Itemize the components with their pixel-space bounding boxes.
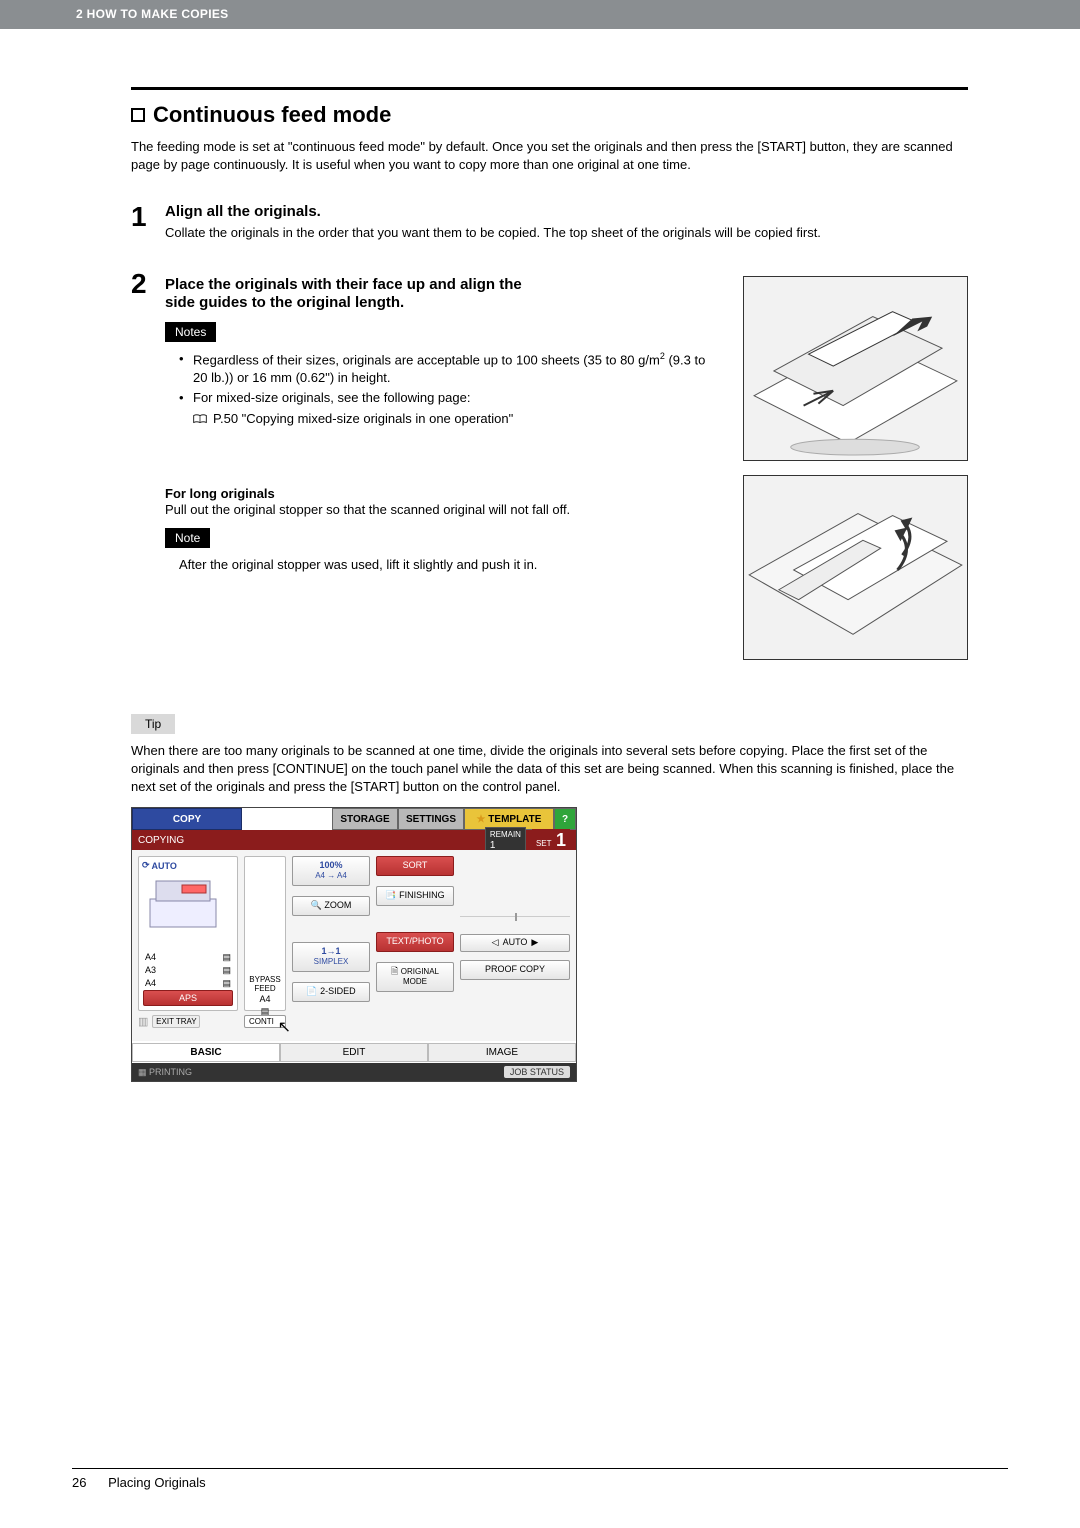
zoom-button[interactable]: 🔍 ZOOM [292,896,370,916]
ui-body: ⟳AUTO A4▤ A3▤ A4▤ APS [132,850,576,1041]
long-originals-text: Pull out the original stopper so that th… [165,501,723,519]
paper-a4-2[interactable]: A4▤ [143,977,233,990]
finishing-button[interactable]: 📑 FINISHING [376,886,454,906]
notes-list: Regardless of their sizes, originals are… [165,350,723,428]
zoom-icon: 🔍 [311,900,322,910]
bottom-tab-image[interactable]: IMAGE [428,1043,576,1062]
notes-badge: Notes [165,322,216,342]
right-arrow-icon: ▶ [531,938,538,948]
job-status-button[interactable]: JOB STATUS [504,1066,570,1078]
left-arrow-icon: ◁ [492,938,499,948]
refresh-icon: ⟳ [142,860,150,871]
page-number: 26 [72,1475,86,1490]
ui-status-left: COPYING [138,835,184,846]
zoom-header-button[interactable]: 100%A4 → A4 [292,856,370,886]
ui-bypass-panel[interactable]: BYPASS FEED A4 ▤ [244,856,286,1011]
square-bullet-icon [131,108,145,122]
note-bullet-2: For mixed-size originals, see the follow… [193,389,723,407]
paper-a3[interactable]: A3▤ [143,964,233,977]
paper-stack-icon: ▤ [222,952,231,963]
step-2-number: 2 [131,270,165,298]
ui-footer: ▦ PRINTING JOB STATUS [132,1063,576,1081]
ui-footer-status: ▦ PRINTING [138,1067,192,1078]
tray-icon: ▥ [138,1015,148,1028]
cursor-icon: ↖ [278,1017,291,1037]
step-1-text: Collate the originals in the order that … [165,224,968,242]
bypass-a4[interactable]: A4 [248,993,282,1005]
sort-button[interactable]: SORT [376,856,454,876]
bottom-tab-edit[interactable]: EDIT [280,1043,428,1062]
ui-tab-storage[interactable]: STORAGE [332,808,398,830]
ui-auto-label: ⟳AUTO [142,860,234,871]
paper-a4-1[interactable]: A4▤ [143,951,233,964]
step-1-title: Align all the originals. [165,203,968,221]
feeder-illustration-2 [743,475,968,660]
section-title: Continuous feed mode [131,102,968,128]
page-footer: 26 Placing Originals [72,1468,1008,1490]
feeder-illustration-1 [743,276,968,461]
ui-set-box: SET 1 [532,829,570,852]
ui-paper-panel[interactable]: ⟳AUTO A4▤ A3▤ A4▤ APS [138,856,238,1011]
touch-panel-screenshot: COPY STORAGE SETTINGS ★ TEMPLATE ? COPYI… [131,807,577,1082]
finishing-icon: 📑 [385,890,396,900]
step-1: 1 Align all the originals. Collate the o… [131,203,968,242]
paper-stack-icon: ▤ [222,965,231,976]
page: 2 HOW TO MAKE COPIES Continuous feed mod… [0,0,1080,1528]
exit-tray-button[interactable]: EXIT TRAY [152,1015,200,1028]
original-mode-icon: 🗎 [391,966,398,976]
top-rule [131,87,968,90]
page-reference-text: P.50 "Copying mixed-size originals in on… [213,410,513,428]
auto-density-button[interactable]: ◁AUTO▶ [460,934,570,952]
simplex-header-button[interactable]: 1→1SIMPLEX [292,942,370,972]
paper-stack-icon: ▤ [222,978,231,989]
step-1-number: 1 [131,203,165,231]
note-bullet-1: Regardless of their sizes, originals are… [193,350,723,388]
printer-icon [142,871,232,931]
chapter-header: 2 HOW TO MAKE COPIES [0,0,1080,29]
tip-badge: Tip [131,714,175,734]
duplex-icon: 📄 [306,986,317,996]
continue-button[interactable]: CONTI↖ [244,1015,286,1028]
bottom-tab-basic[interactable]: BASIC [132,1043,280,1062]
book-icon [193,414,207,424]
note-text: After the original stopper was used, lif… [165,556,723,574]
ui-tab-settings[interactable]: SETTINGS [398,808,464,830]
chapter-breadcrumb: 2 HOW TO MAKE COPIES [0,0,1080,21]
aps-button[interactable]: APS [143,990,233,1006]
bypass-label: BYPASS FEED [248,975,282,993]
original-mode-button[interactable]: 🗎 ORIGINAL MODE [376,962,454,992]
ui-tab-copy[interactable]: COPY [132,808,242,830]
proof-copy-button[interactable]: PROOF COPY [460,960,570,980]
tip-text: When there are too many originals to be … [131,742,968,796]
note-badge: Note [165,528,210,548]
two-sided-button[interactable]: 📄 2-SIDED [292,982,370,1002]
footer-section: Placing Originals [108,1475,206,1490]
step-2-title-l2: side guides to the original length. [165,294,723,312]
ui-bottom-tabs: BASIC EDIT IMAGE [132,1041,576,1063]
content-area: Continuous feed mode The feeding mode is… [131,87,968,1082]
section-intro: The feeding mode is set at "continuous f… [131,138,968,173]
step-2: 2 Place the originals with their face up… [131,270,968,674]
text-photo-button[interactable]: TEXT/PHOTO [376,932,454,952]
section-title-text: Continuous feed mode [153,102,391,128]
page-reference: P.50 "Copying mixed-size originals in on… [193,410,723,428]
long-originals-heading: For long originals [165,486,723,501]
step-2-title-l1: Place the originals with their face up a… [165,276,723,294]
ui-status-bar: COPYING REMAIN1 SET 1 [132,830,576,850]
